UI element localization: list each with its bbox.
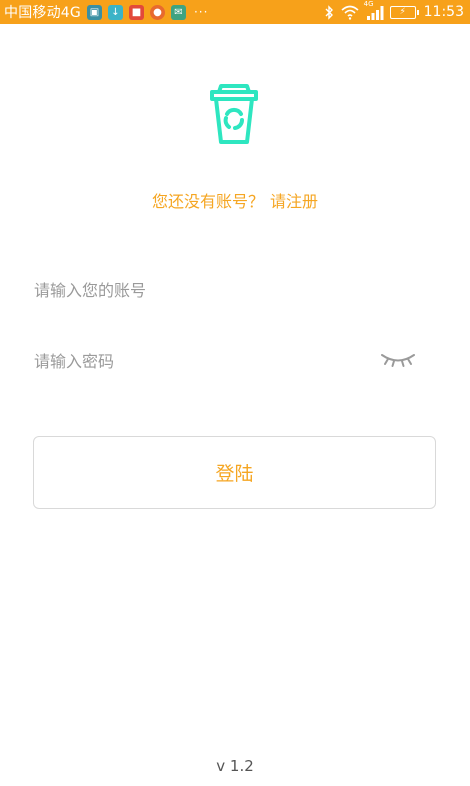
register-link[interactable]: 请注册 — [270, 192, 318, 211]
network-type-label: 4G — [363, 0, 374, 8]
battery-charging-icon: ⚡ — [389, 5, 419, 19]
download-notification-icon: ↓ — [107, 4, 123, 20]
bluetooth-icon — [325, 4, 333, 20]
carrier-label: 中国移动4G — [4, 5, 81, 21]
wifi-icon — [341, 5, 359, 20]
register-prompt: 您还没有账号？ 请注册 — [0, 188, 470, 212]
version-label: v 1.2 — [216, 757, 254, 775]
no-account-text: 您还没有账号？ — [151, 192, 264, 211]
status-bar-left: 中国移动4G ▣ ↓ ■ ● ✉ ··· — [4, 2, 208, 22]
more-notifications-icon: ··· — [193, 5, 209, 19]
app-notification-icon: ■ — [128, 4, 144, 20]
browser-notification-icon: ● — [149, 4, 165, 20]
status-bar: 中国移动4G ▣ ↓ ■ ● ✉ ··· 4G ⚡ 11:53 — [0, 0, 470, 24]
app-logo-cup-icon — [210, 84, 258, 144]
status-clock: 11:53 — [423, 4, 464, 20]
signal-group: 4G — [364, 0, 384, 20]
status-bar-right: 4G ⚡ 11:53 — [324, 0, 464, 20]
message-notification-icon: ✉ — [170, 4, 186, 20]
charging-bolt-icon: ⚡ — [399, 7, 406, 17]
login-button[interactable]: 登陆 — [33, 436, 436, 509]
password-input[interactable] — [34, 341, 374, 381]
account-input[interactable] — [34, 270, 436, 310]
password-visibility-eye-closed-icon[interactable] — [380, 350, 416, 368]
gallery-notification-icon: ▣ — [86, 4, 102, 20]
